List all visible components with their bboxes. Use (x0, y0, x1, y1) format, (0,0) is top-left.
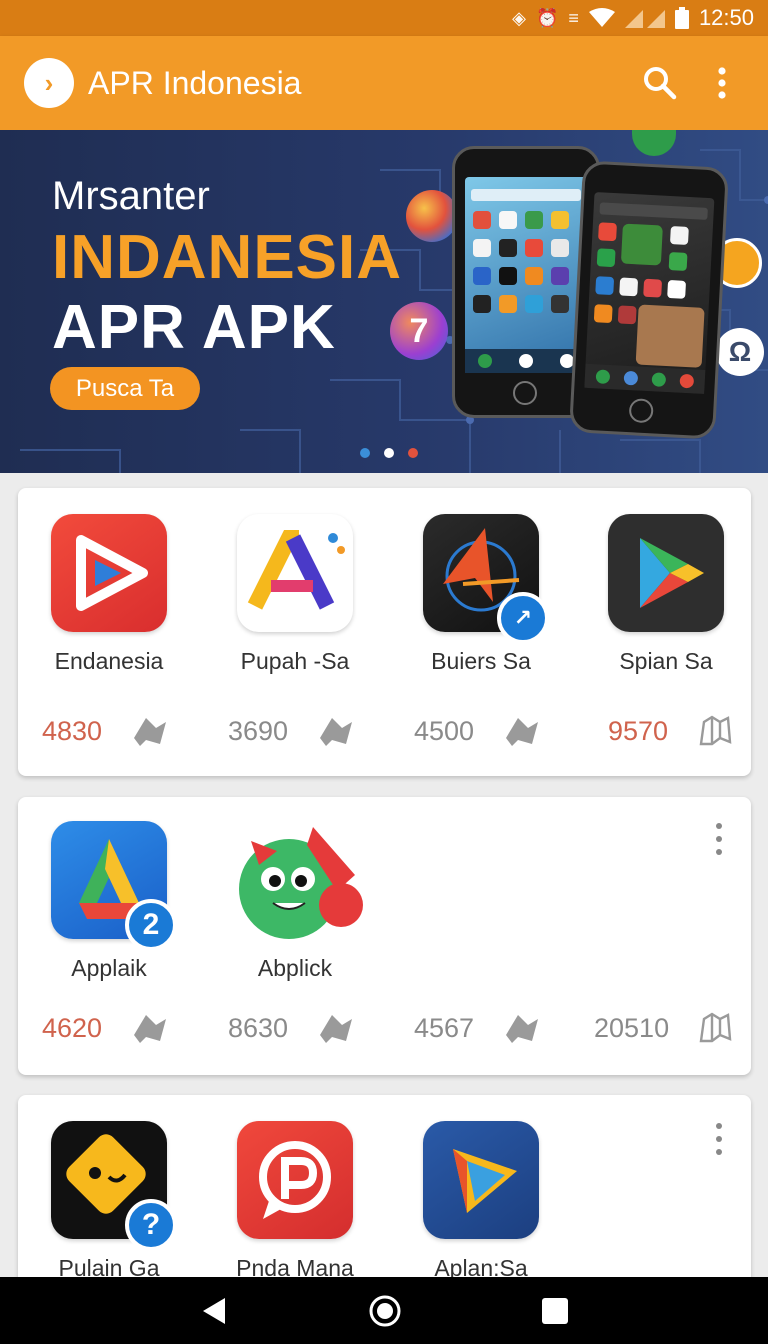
share-arrow-icon (134, 718, 166, 746)
app-tile[interactable]: Pupah -Sa (210, 514, 380, 675)
carousel-indicator[interactable] (360, 448, 418, 458)
seven-orb-icon: 7 (390, 302, 448, 360)
share-arrow-icon (506, 1015, 538, 1043)
share-arrow-icon (134, 1015, 166, 1043)
banner-headline: INDANESIA (52, 223, 403, 292)
stat-count: 4830 (42, 715, 103, 746)
banner-subtitle: Mrsanter (52, 174, 210, 218)
alarm-icon: ⏰ (536, 7, 559, 28)
stat-count: 3690 (228, 715, 289, 746)
app-tile[interactable]: Aplan:Sa (396, 1121, 566, 1282)
app-logo-icon[interactable]: › (24, 58, 74, 108)
signal-icon (624, 10, 665, 28)
app-tile[interactable]: Pnda Mana (210, 1121, 380, 1282)
card-more-button[interactable] (713, 823, 725, 855)
app-name: Buiers Sa (431, 648, 531, 674)
stat-item[interactable]: 20510 (594, 1011, 732, 1045)
app-tile[interactable]: ↗ Buiers Sa (396, 514, 566, 675)
stat-count: 9570 (608, 715, 669, 746)
app-name: Spian Sa (619, 648, 713, 674)
banner-cta-button[interactable]: Pusca Ta (50, 367, 200, 410)
card-more-button[interactable] (713, 1123, 725, 1155)
app-card-1: Endanesia Pupah -Sa ↗ Buiers Sa Spian Sa… (18, 488, 751, 776)
chat-p-icon (237, 1121, 353, 1239)
play-store-icon (608, 514, 724, 632)
app-tile[interactable]: ? Pulain Ga (24, 1121, 194, 1282)
stat-item[interactable]: 8630 (228, 1011, 356, 1045)
stat-item[interactable]: 4500 (414, 714, 542, 748)
app-tile[interactable]: 2 Applaik (24, 821, 194, 982)
colorful-orb-icon (406, 190, 458, 242)
stat-item[interactable]: 3690 (228, 714, 356, 748)
stat-count: 4620 (42, 1012, 103, 1043)
app-name: Pupah -Sa (240, 648, 350, 674)
search-button[interactable] (636, 59, 684, 107)
count-badge: 2 (125, 899, 177, 951)
stat-count: 4567 (414, 1012, 475, 1043)
share-arrow-icon (320, 718, 352, 746)
stat-count: 20510 (594, 1012, 670, 1043)
letter-a-icon (237, 514, 353, 632)
home-button[interactable] (368, 1294, 402, 1328)
stat-item[interactable]: 9570 (608, 714, 732, 748)
carousel-dot-active[interactable] (384, 448, 394, 458)
stat-count: 4500 (414, 715, 475, 746)
status-time: 12:50 (698, 5, 754, 30)
app-tile[interactable]: Spian Sa (581, 514, 751, 675)
status-icons: ◈ ⏰ ≡ (512, 7, 689, 29)
banner-headline-2: APR APK (52, 293, 336, 362)
carousel-dot[interactable] (408, 448, 418, 458)
carousel-dot[interactable] (360, 448, 370, 458)
stat-count: 8630 (228, 1012, 289, 1043)
app-card-3: ? Pulain Ga Pnda Mana Aplan:Sa (18, 1095, 751, 1295)
video-play-icon (51, 514, 167, 632)
app-name: Abplick (257, 955, 333, 981)
back-button[interactable] (199, 1296, 229, 1326)
status-bar: ◈ ⏰ ≡ 12:50 (0, 0, 768, 36)
app-tile[interactable]: Abplick (210, 821, 380, 982)
yellow-face-icon: ? (51, 1121, 177, 1251)
more-vert-icon (718, 67, 726, 99)
map-outline-icon (699, 1012, 732, 1043)
app-name: Endanesia (54, 648, 164, 674)
blue-play-icon (423, 1121, 539, 1239)
share-arrow-icon (506, 718, 538, 746)
share-arrow-icon (320, 1015, 352, 1043)
wifi-icon (588, 8, 615, 27)
app-card-2: 2 Applaik Abplick 4620 8630 4567 20510 (18, 797, 751, 1075)
map-outline-icon (699, 715, 732, 746)
recents-button[interactable] (541, 1297, 569, 1325)
stat-item[interactable]: 4830 (42, 714, 170, 748)
help-badge: ? (125, 1199, 177, 1251)
app-title: APR Indonesia (88, 64, 302, 101)
search-icon (644, 67, 677, 100)
stat-item[interactable]: 4567 (414, 1011, 542, 1045)
vibrate-icon: ≡ (568, 7, 579, 28)
green-monster-icon (237, 821, 363, 939)
nfc-icon: ◈ (512, 7, 526, 28)
app-bar: › APR Indonesia (0, 36, 768, 130)
promo-banner[interactable]: Mrsanter INDANESIA APR APK Pusca Ta 7 Ω (0, 130, 768, 473)
stat-item[interactable]: 4620 (42, 1011, 170, 1045)
navigation-arrow-icon: ↗ (423, 514, 549, 644)
system-nav-bar (0, 1277, 768, 1344)
trend-badge-icon: ↗ (497, 592, 549, 644)
phone-image-right (568, 160, 730, 440)
battery-icon (674, 7, 689, 29)
app-tile[interactable]: Endanesia (24, 514, 194, 675)
app-name: Applaik (71, 955, 147, 981)
overflow-menu-button[interactable] (698, 59, 746, 107)
omega-bubble-icon: Ω (716, 328, 764, 376)
drive-icon: 2 (51, 821, 177, 951)
